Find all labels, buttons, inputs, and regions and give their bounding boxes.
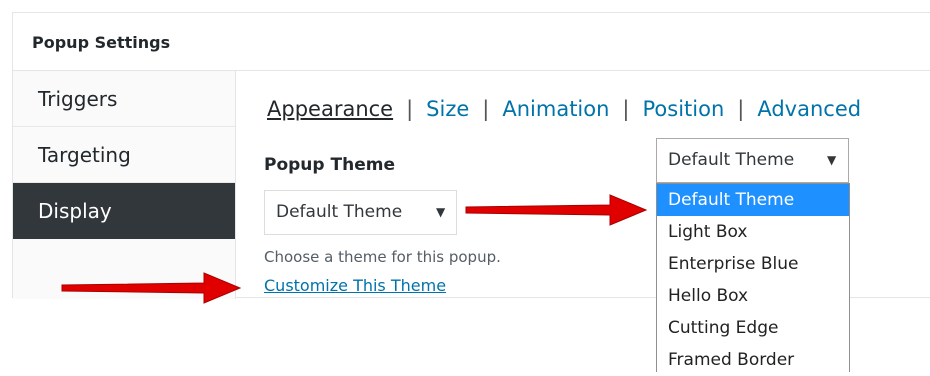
- tab-separator: |: [406, 97, 414, 121]
- theme-description: Choose a theme for this popup.: [264, 248, 501, 266]
- tab-separator: |: [622, 97, 630, 121]
- tab-advanced[interactable]: Advanced: [757, 97, 861, 121]
- tab-separator: |: [482, 97, 490, 121]
- popup-theme-select-value: Default Theme: [276, 202, 403, 222]
- sidebar-item-display[interactable]: Display: [13, 183, 235, 239]
- theme-dropdown-list: Default Theme Light Box Enterprise Blue …: [656, 183, 850, 372]
- dropdown-option-default-theme[interactable]: Default Theme: [657, 184, 849, 216]
- tab-size[interactable]: Size: [426, 97, 469, 121]
- theme-dropdown-value: Default Theme: [668, 150, 795, 170]
- annotation-arrow-icon: [465, 194, 648, 226]
- dropdown-option-enterprise-blue[interactable]: Enterprise Blue: [657, 248, 849, 280]
- theme-dropdown-select[interactable]: Default Theme ▼: [656, 138, 849, 183]
- tab-appearance[interactable]: Appearance: [267, 97, 393, 121]
- customize-theme-link[interactable]: Customize This Theme: [264, 276, 446, 295]
- dropdown-option-framed-border[interactable]: Framed Border: [657, 344, 849, 376]
- settings-sidebar: Triggers Targeting Display: [13, 71, 236, 299]
- tab-position[interactable]: Position: [643, 97, 725, 121]
- tab-animation[interactable]: Animation: [502, 97, 609, 121]
- popup-theme-select[interactable]: Default Theme ▼: [264, 190, 457, 235]
- panel-title: Popup Settings: [32, 33, 171, 52]
- caret-down-icon: ▼: [436, 205, 446, 219]
- popup-theme-label: Popup Theme: [264, 155, 395, 175]
- sidebar-item-targeting[interactable]: Targeting: [13, 127, 235, 183]
- annotation-arrow-icon: [61, 272, 242, 304]
- panel-header: Popup Settings: [13, 13, 930, 71]
- appearance-subnav: Appearance | Size | Animation | Position | Advan…: [267, 97, 861, 121]
- sidebar-item-triggers[interactable]: Triggers: [13, 71, 235, 127]
- tab-separator: |: [737, 97, 745, 121]
- dropdown-option-hello-box[interactable]: Hello Box: [657, 280, 849, 312]
- dropdown-option-light-box[interactable]: Light Box: [657, 216, 849, 248]
- dropdown-option-cutting-edge[interactable]: Cutting Edge: [657, 312, 849, 344]
- caret-down-icon: ▼: [827, 153, 837, 167]
